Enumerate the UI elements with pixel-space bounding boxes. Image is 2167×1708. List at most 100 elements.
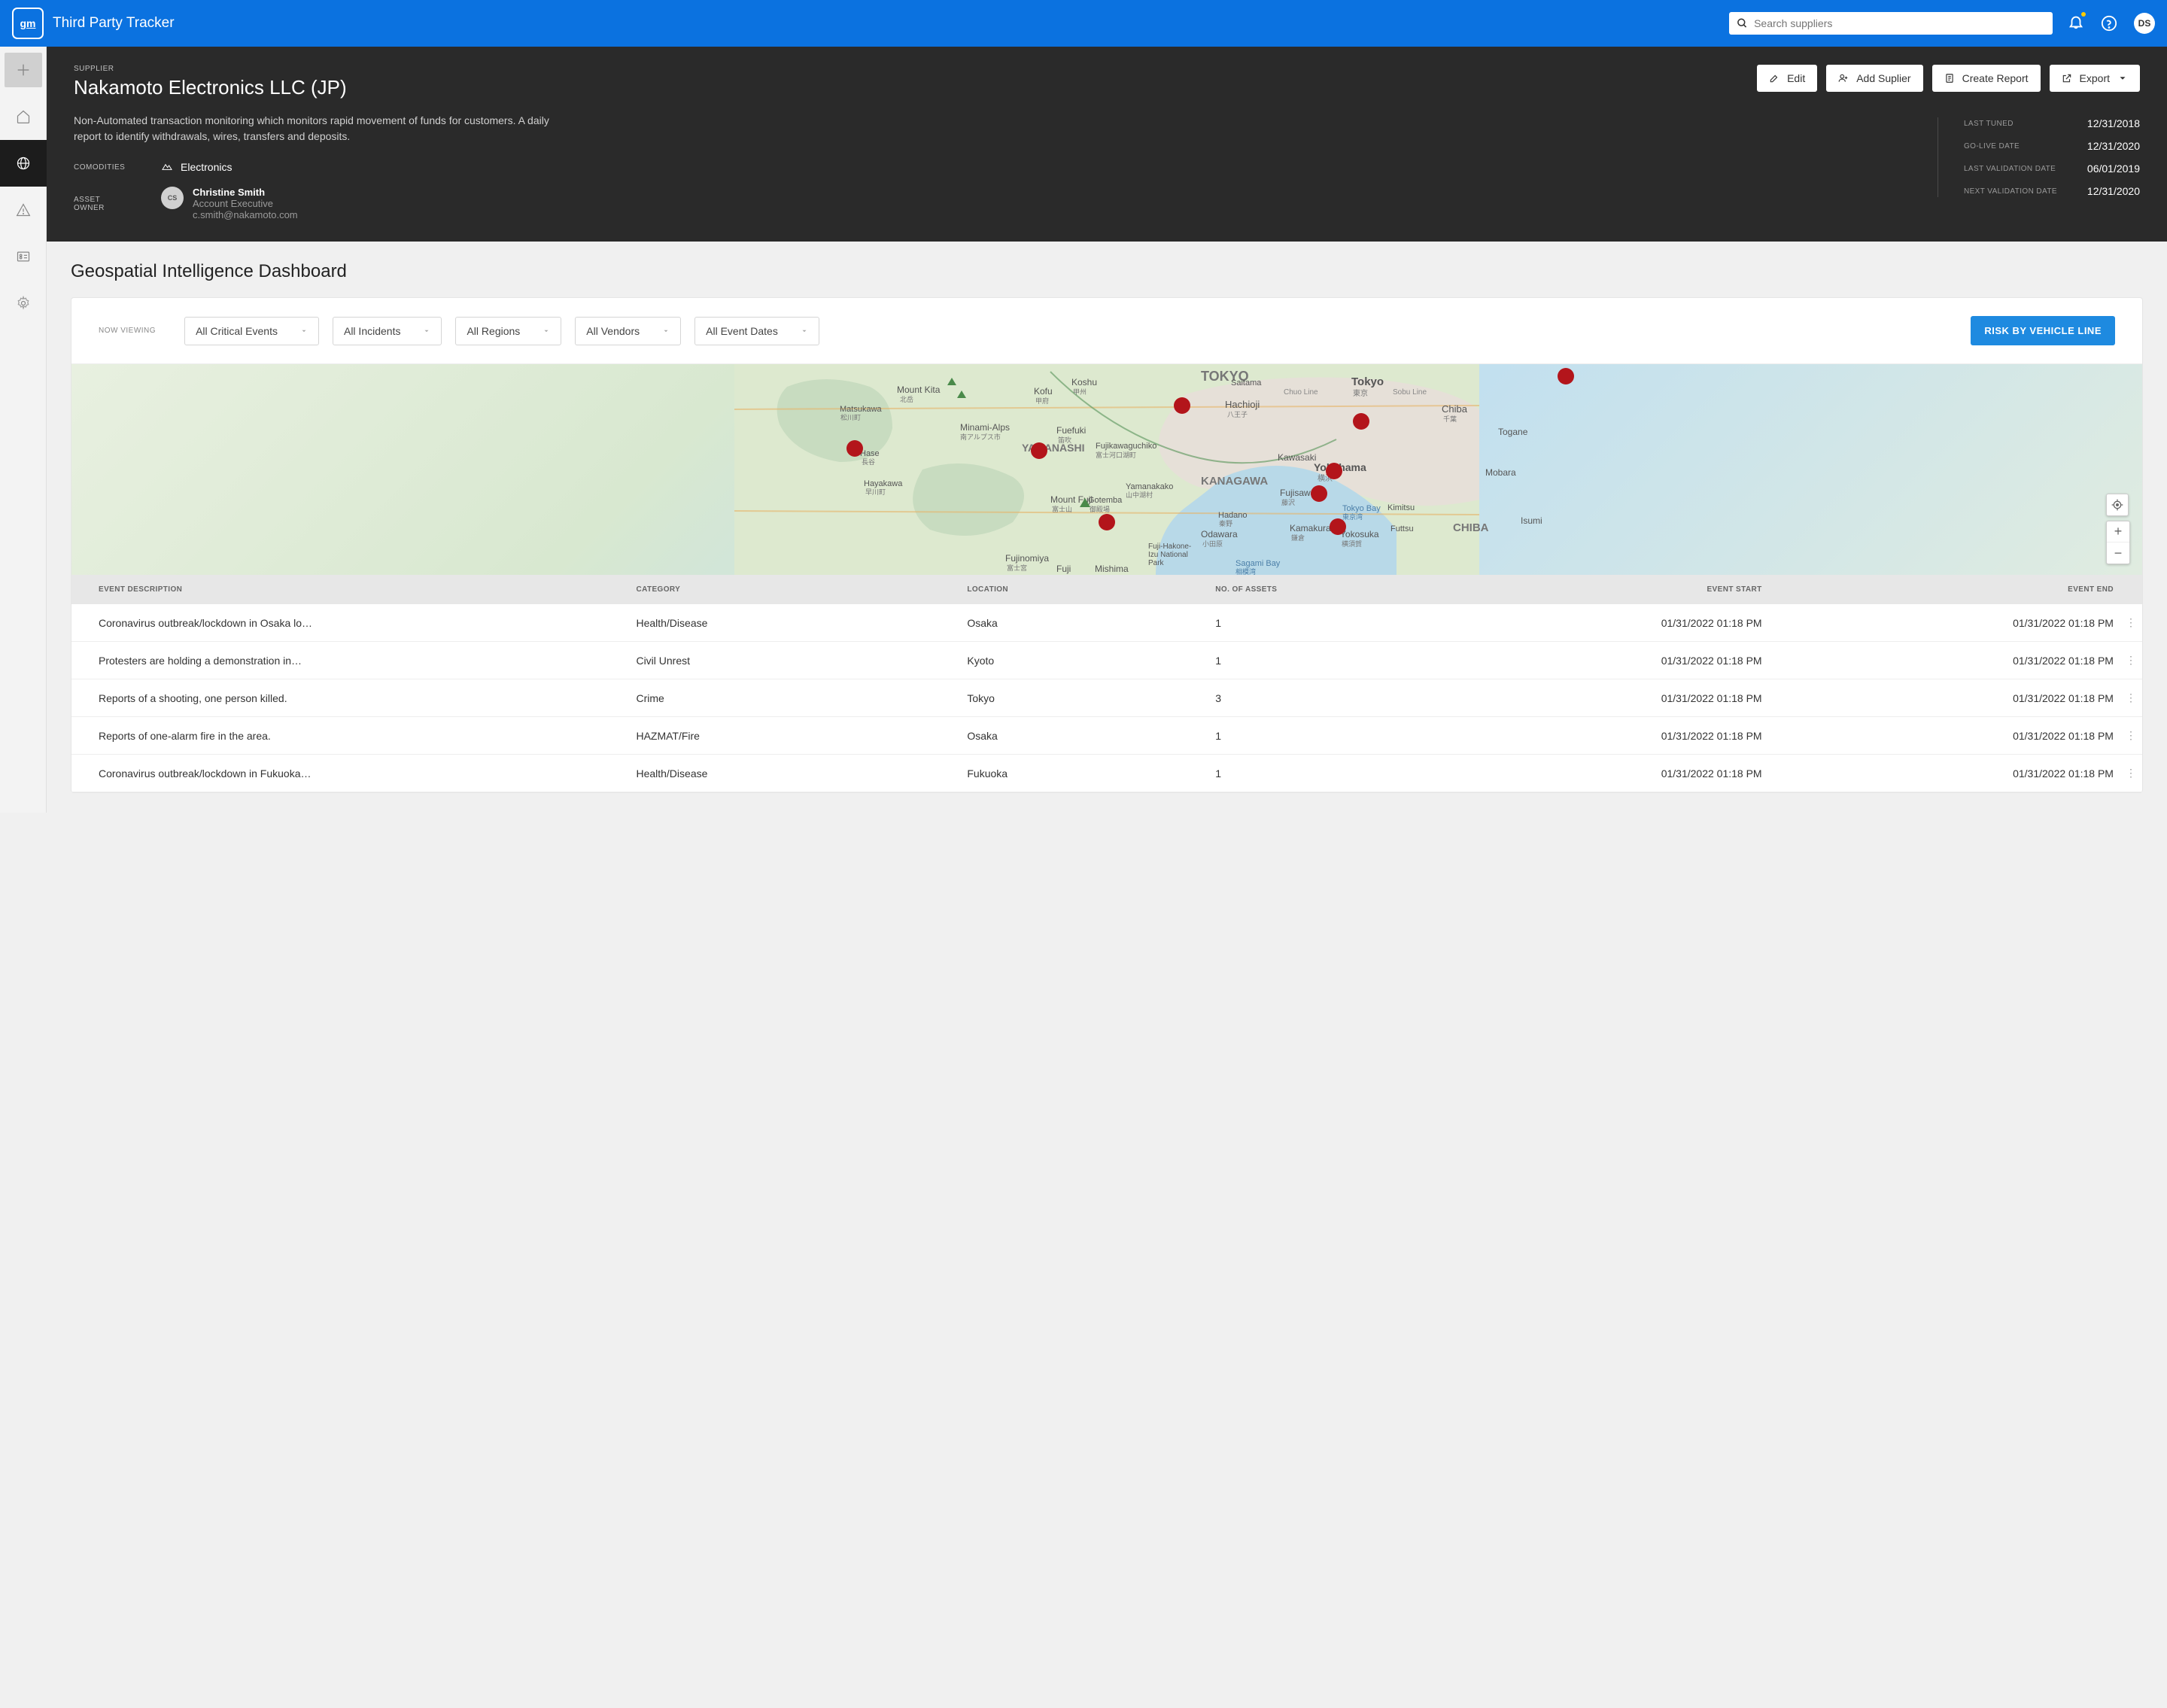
- filter-dropdown-4[interactable]: All Event Dates: [694, 317, 819, 345]
- row-menu-button[interactable]: ⋮: [2120, 755, 2142, 792]
- map-label: Minami-Alps: [960, 422, 1010, 433]
- map-label: Hayakawa: [864, 479, 903, 488]
- map-label: Mishima: [1095, 564, 1129, 574]
- svg-text:Kimitsu: Kimitsu: [1387, 503, 1415, 512]
- sidebar-settings[interactable]: [0, 280, 47, 327]
- add-user-icon: [1838, 73, 1849, 84]
- event-pin[interactable]: [1099, 514, 1115, 530]
- notifications-button[interactable]: [2068, 14, 2084, 34]
- sidebar-alerts[interactable]: [0, 187, 47, 233]
- filter-dropdown-1[interactable]: All Incidents: [333, 317, 442, 345]
- cell-description: Coronavirus outbreak/lockdown in Fukuoka…: [71, 755, 630, 792]
- map-label: KANAGAWA: [1201, 475, 1268, 488]
- event-pin[interactable]: [1330, 518, 1346, 535]
- map-label: Hase: [860, 449, 880, 458]
- events-table: EVENT DESCRIPTION CATEGORY LOCATION NO. …: [71, 575, 2142, 792]
- sidebar-globe[interactable]: [0, 140, 47, 187]
- th-end[interactable]: EVENT END: [1768, 575, 2120, 604]
- filter-dropdown-2[interactable]: All Regions: [455, 317, 561, 345]
- map-zoom-in[interactable]: +: [2107, 521, 2129, 542]
- cell-description: Reports of one-alarm fire in the area.: [71, 717, 630, 755]
- owner-email: c.smith@nakamoto.com: [193, 209, 298, 220]
- top-bar: gm Third Party Tracker DS: [0, 0, 2167, 47]
- th-description[interactable]: EVENT DESCRIPTION: [71, 575, 630, 604]
- map-label: Yamanakako: [1126, 482, 1173, 491]
- map[interactable]: TOKYO Tokyo 東京 Yokohama 横浜 KANAGAWA Fuji…: [71, 364, 2142, 575]
- filter-label: All Vendors: [586, 325, 640, 337]
- filter-dropdown-0[interactable]: All Critical Events: [184, 317, 319, 345]
- table-row[interactable]: Protesters are holding a demonstration i…: [71, 642, 2142, 679]
- svg-text:御殿場: 御殿場: [1090, 505, 1110, 513]
- th-start[interactable]: EVENT START: [1416, 575, 1767, 604]
- map-label: Fujinomiya: [1005, 553, 1049, 564]
- svg-text:Izu National: Izu National: [1148, 551, 1188, 559]
- user-avatar[interactable]: DS: [2134, 13, 2155, 34]
- search-box[interactable]: [1729, 12, 2053, 35]
- th-assets[interactable]: NO. OF ASSETS: [1209, 575, 1416, 604]
- table-row[interactable]: Coronavirus outbreak/lockdown in Osaka l…: [71, 604, 2142, 642]
- edit-button[interactable]: Edit: [1757, 65, 1817, 92]
- help-icon[interactable]: [2101, 15, 2117, 32]
- sidebar-home[interactable]: [0, 93, 47, 140]
- svg-text:東京湾: 東京湾: [1342, 512, 1363, 521]
- svg-text:小田原: 小田原: [1202, 540, 1223, 548]
- event-pin[interactable]: [1174, 397, 1190, 414]
- map-label: Togane: [1498, 427, 1528, 437]
- svg-text:甲府: 甲府: [1035, 397, 1049, 405]
- event-pin[interactable]: [1311, 485, 1327, 502]
- cell-location: Osaka: [961, 604, 1209, 642]
- search-icon: [1737, 17, 1748, 29]
- table-row[interactable]: Reports of a shooting, one person killed…: [71, 679, 2142, 717]
- create-report-button[interactable]: Create Report: [1932, 65, 2041, 92]
- table-row[interactable]: Reports of one-alarm fire in the area.HA…: [71, 717, 2142, 755]
- next-val-label: NEXT VALIDATION DATE: [1964, 187, 2057, 196]
- map-label: CHIBA: [1453, 521, 1489, 534]
- svg-text:富士山: 富士山: [1052, 505, 1072, 513]
- cell-end: 01/31/2022 01:18 PM: [1768, 717, 2120, 755]
- row-menu-button[interactable]: ⋮: [2120, 642, 2142, 679]
- map-locate-button[interactable]: [2106, 494, 2129, 516]
- map-label: Tokyo: [1351, 375, 1384, 388]
- event-pin[interactable]: [846, 440, 863, 457]
- map-label: Yokosuka: [1340, 529, 1379, 539]
- supplier-description: Non-Automated transaction monitoring whi…: [74, 113, 570, 144]
- supplier-header: SUPPLIER Nakamoto Electronics LLC (JP) N…: [47, 47, 2167, 242]
- now-viewing-label: NOW VIEWING: [99, 327, 156, 335]
- sidebar-components[interactable]: [0, 233, 47, 280]
- filter-bar: NOW VIEWING All Critical Events All Incid…: [71, 298, 2142, 364]
- svg-text:Park: Park: [1148, 559, 1165, 567]
- dashboard-card: NOW VIEWING All Critical Events All Incid…: [71, 297, 2143, 793]
- row-menu-button[interactable]: ⋮: [2120, 717, 2142, 755]
- event-pin[interactable]: [1558, 368, 1574, 384]
- cell-category: Crime: [630, 679, 961, 717]
- map-label: Kamakura: [1290, 523, 1331, 533]
- event-pin[interactable]: [1326, 463, 1342, 479]
- svg-text:Fuji-Hakone-: Fuji-Hakone-: [1148, 542, 1191, 551]
- add-supplier-label: Add Suplier: [1856, 72, 1910, 84]
- export-button[interactable]: Export: [2050, 65, 2140, 92]
- add-supplier-button[interactable]: Add Suplier: [1826, 65, 1922, 92]
- map-label: Hachioji: [1225, 399, 1260, 410]
- event-pin[interactable]: [1031, 442, 1047, 459]
- svg-text:Saitama: Saitama: [1231, 378, 1262, 387]
- row-menu-button[interactable]: ⋮: [2120, 604, 2142, 642]
- risk-by-vehicle-button[interactable]: RISK BY VEHICLE LINE: [1971, 316, 2115, 345]
- map-label: Gotemba: [1088, 496, 1123, 505]
- map-zoom-out[interactable]: −: [2107, 542, 2129, 564]
- cell-start: 01/31/2022 01:18 PM: [1416, 755, 1767, 792]
- components-icon: [16, 249, 31, 264]
- search-input[interactable]: [1754, 17, 2045, 29]
- sidebar-add[interactable]: [5, 53, 42, 87]
- event-pin[interactable]: [1353, 413, 1369, 430]
- th-location[interactable]: LOCATION: [961, 575, 1209, 604]
- th-category[interactable]: CATEGORY: [630, 575, 961, 604]
- cell-end: 01/31/2022 01:18 PM: [1768, 642, 2120, 679]
- svg-text:藤沢: 藤沢: [1281, 498, 1295, 506]
- cell-assets: 1: [1209, 604, 1416, 642]
- svg-text:山中湖村: 山中湖村: [1126, 491, 1153, 499]
- chevron-down-icon: [801, 327, 808, 335]
- commodities-label: COMODITIES: [74, 163, 119, 172]
- table-row[interactable]: Coronavirus outbreak/lockdown in Fukuoka…: [71, 755, 2142, 792]
- row-menu-button[interactable]: ⋮: [2120, 679, 2142, 717]
- filter-dropdown-3[interactable]: All Vendors: [575, 317, 681, 345]
